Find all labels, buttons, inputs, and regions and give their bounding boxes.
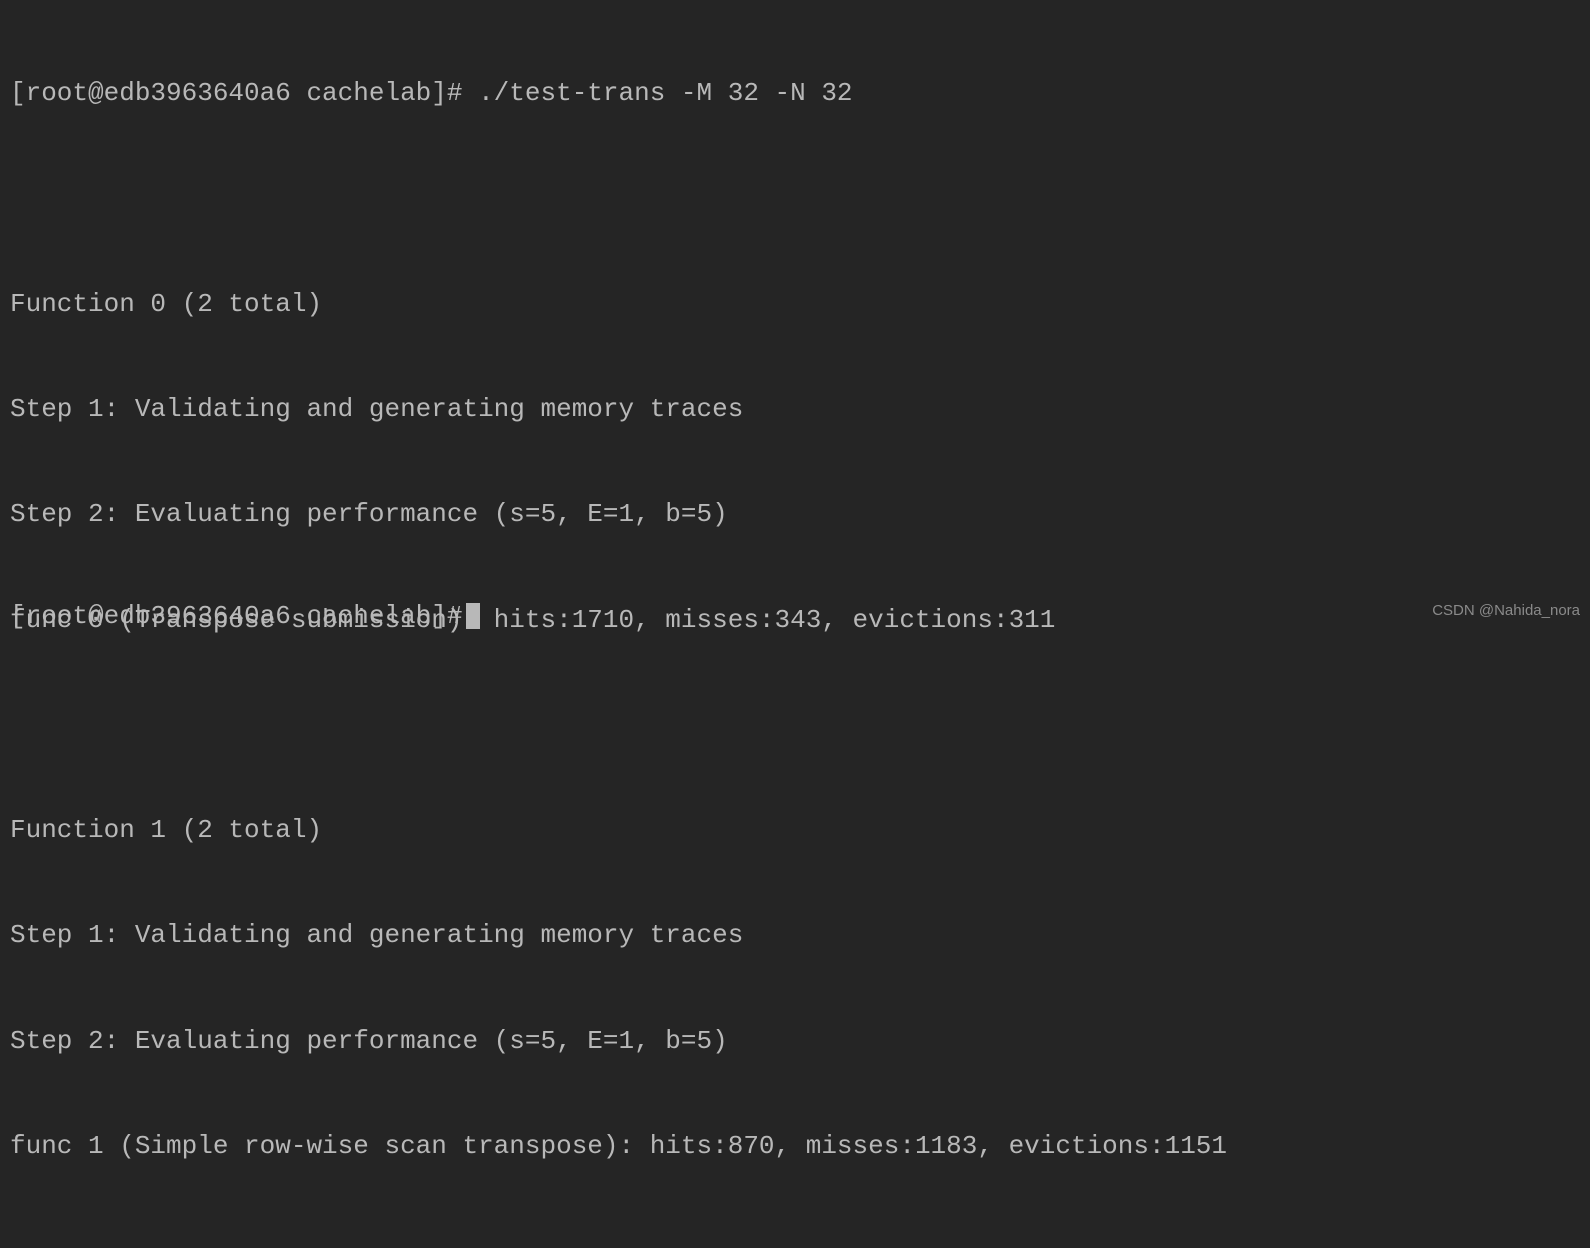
partial-prompt-row: [root@edb3963640a6 cachelab]# <box>10 599 480 634</box>
cursor-icon <box>466 603 480 629</box>
step1-line: Step 1: Validating and generating memory… <box>10 392 1580 427</box>
function0-header: Function 0 (2 total) <box>10 287 1580 322</box>
partial-prompt: [root@edb3963640a6 cachelab]# <box>10 599 462 634</box>
blank-line <box>10 1234 1580 1248</box>
step2-line-2: Step 2: Evaluating performance (s=5, E=1… <box>10 1024 1580 1059</box>
command-prompt-line: [root@edb3963640a6 cachelab]# ./test-tra… <box>10 76 1580 111</box>
func1-result-line: func 1 (Simple row-wise scan transpose):… <box>10 1129 1580 1164</box>
function1-header: Function 1 (2 total) <box>10 813 1580 848</box>
step2-line: Step 2: Evaluating performance (s=5, E=1… <box>10 497 1580 532</box>
blank-line <box>10 708 1580 743</box>
watermark-text: CSDN @Nahida_nora <box>1432 601 1580 621</box>
blank-line <box>10 181 1580 216</box>
step1-line-2: Step 1: Validating and generating memory… <box>10 918 1580 953</box>
